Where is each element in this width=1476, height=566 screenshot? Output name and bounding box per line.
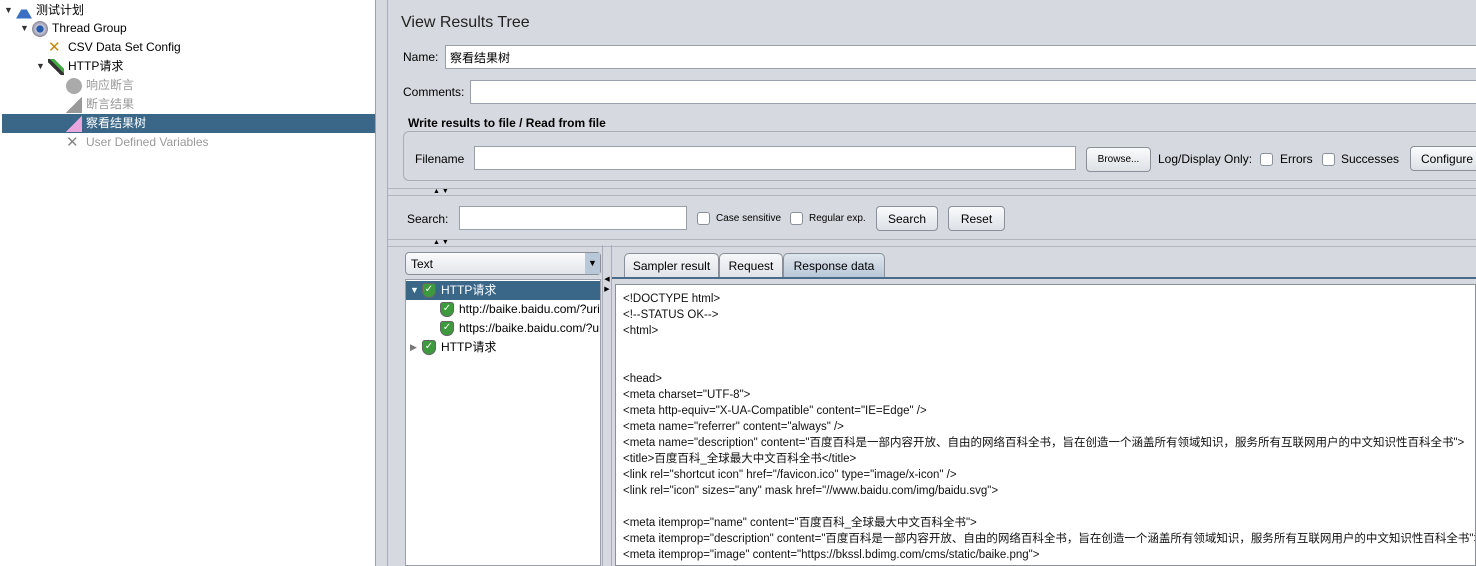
result-node[interactable]: ✓ http://baike.baidu.com/?uri=/ajax bbox=[440, 300, 600, 319]
tree-node-label: 断言结果 bbox=[86, 97, 135, 111]
tree-node-label: 察看结果树 bbox=[86, 116, 147, 130]
result-node[interactable]: ▼ ✓ HTTP请求 bbox=[406, 281, 600, 300]
result-node[interactable]: ▶ ✓ HTTP请求 bbox=[410, 338, 496, 357]
result-label: HTTP请求 bbox=[441, 283, 497, 297]
successes-checkbox[interactable] bbox=[1322, 153, 1335, 166]
result-label: HTTP请求 bbox=[441, 340, 497, 354]
tab-response-data[interactable]: Response data bbox=[783, 253, 885, 278]
configure-button[interactable]: Configure bbox=[1410, 146, 1476, 171]
success-shield-icon: ✓ bbox=[440, 302, 454, 317]
response-line: <html> bbox=[623, 325, 659, 337]
regular-exp-label: Regular exp. bbox=[809, 213, 866, 224]
split-pane-divider[interactable] bbox=[376, 0, 388, 566]
response-line bbox=[623, 499, 1475, 515]
tree-node-http-request[interactable]: ▼ HTTP请求 bbox=[36, 57, 123, 76]
filename-input[interactable] bbox=[474, 146, 1076, 170]
test-plan-tree[interactable]: ▼ 测试计划 ▼ Thread Group ✕ CSV Data Set Config… bbox=[0, 0, 376, 566]
tree-node-label: HTTP请求 bbox=[68, 59, 124, 73]
name-input[interactable] bbox=[445, 45, 1476, 69]
graph-icon bbox=[66, 115, 82, 132]
response-line: <meta itemprop="image" content="https://… bbox=[623, 549, 1040, 561]
expand-arrow-icon[interactable]: ▼ bbox=[410, 281, 422, 300]
wrench-icon: ✕ bbox=[48, 38, 61, 56]
response-line: <meta itemprop="name" content="百度百科_全球最大… bbox=[623, 517, 977, 529]
result-label: http://baike.baidu.com/?uri=/ajax bbox=[459, 302, 600, 316]
split-divider[interactable]: ▲ ▼ bbox=[388, 239, 1476, 247]
log-display-only-label: Log/Display Only: bbox=[1158, 152, 1253, 166]
reset-button[interactable]: Reset bbox=[948, 206, 1005, 231]
panel-title: View Results Tree bbox=[401, 14, 530, 31]
filename-label: Filename bbox=[415, 152, 465, 166]
search-button[interactable]: Search bbox=[876, 206, 938, 231]
regular-exp-checkbox[interactable] bbox=[790, 212, 803, 225]
tree-node-assertion-results[interactable]: 断言结果 bbox=[66, 95, 134, 114]
wrench-icon: ✕ bbox=[66, 133, 79, 151]
success-shield-icon: ✓ bbox=[422, 283, 436, 298]
expand-arrow-icon[interactable]: ▼ bbox=[4, 1, 16, 20]
response-line bbox=[623, 339, 1475, 355]
case-sensitive-label: Case sensitive bbox=[716, 213, 782, 224]
tree-node-label: 响应断言 bbox=[86, 78, 135, 92]
success-shield-icon: ✓ bbox=[440, 321, 454, 336]
tree-node-csv-data-set-config[interactable]: ✕ CSV Data Set Config bbox=[48, 38, 181, 57]
expand-arrow-icon[interactable]: ▼ bbox=[20, 19, 32, 38]
search-label: Search: bbox=[407, 212, 449, 226]
tree-node-view-results-tree[interactable]: 察看结果树 bbox=[2, 114, 375, 133]
tree-node-user-defined-variables[interactable]: ✕ User Defined Variables bbox=[66, 133, 209, 152]
chart-icon bbox=[66, 96, 82, 113]
response-line: <!--STATUS OK--> bbox=[623, 309, 719, 321]
tree-node-label: 测试计划 bbox=[36, 3, 85, 17]
tree-node-test-plan[interactable]: ▼ 测试计划 bbox=[4, 1, 84, 20]
response-line: <meta charset="UTF-8"> bbox=[623, 389, 751, 401]
expand-arrow-icon[interactable]: ▼ bbox=[36, 57, 48, 76]
response-data-text[interactable]: <!DOCTYPE html> <!--STATUS OK--> <html> <he… bbox=[615, 284, 1476, 566]
result-node[interactable]: ✓ https://baike.baidu.com/?uri=/ajax bbox=[440, 319, 600, 338]
expand-arrow-icon[interactable]: ▶ bbox=[410, 338, 422, 357]
results-tree[interactable]: ▼✓HTTP请求 ✓http://baike.baidu.com/?uri=/a… bbox=[405, 279, 601, 566]
response-line: <meta name="referrer" content="always" /… bbox=[623, 421, 844, 433]
tree-node-thread-group[interactable]: ▼ Thread Group bbox=[20, 19, 127, 38]
file-section-title: Write results to file / Read from file bbox=[408, 116, 606, 130]
name-label: Name: bbox=[403, 50, 439, 64]
successes-label: Successes bbox=[1341, 152, 1400, 166]
view-results-tree-panel: View Results Tree Name: Comments: Write … bbox=[388, 0, 1476, 566]
tree-node-label: User Defined Variables bbox=[86, 135, 209, 149]
flask-icon bbox=[16, 2, 32, 19]
chevron-down-icon[interactable]: ▼ bbox=[585, 253, 600, 274]
tab-underline bbox=[612, 277, 1476, 279]
response-line: <meta name="description" content="百度百科是一… bbox=[623, 437, 1465, 449]
comments-label: Comments: bbox=[403, 85, 465, 99]
response-line bbox=[623, 355, 1475, 371]
comments-input[interactable] bbox=[470, 80, 1476, 104]
errors-label: Errors bbox=[1280, 152, 1313, 166]
tree-node-response-assertion[interactable]: 响应断言 bbox=[66, 76, 134, 95]
pipette-icon bbox=[48, 58, 64, 75]
response-line: <!DOCTYPE html> bbox=[623, 293, 721, 305]
tab-sampler-result[interactable]: Sampler result bbox=[624, 253, 719, 278]
response-line: <head> bbox=[623, 373, 663, 385]
tree-node-label: CSV Data Set Config bbox=[68, 40, 181, 54]
renderer-selected-value: Text bbox=[411, 257, 434, 271]
response-line: <meta itemprop="description" content="百度… bbox=[623, 533, 1476, 545]
browse-button[interactable]: Browse... bbox=[1086, 147, 1151, 172]
gear-icon bbox=[32, 20, 48, 37]
split-divider[interactable]: ▲ ▼ bbox=[388, 188, 1476, 196]
response-line: <link rel="icon" sizes="any" mask href="… bbox=[623, 485, 999, 497]
case-sensitive-checkbox[interactable] bbox=[697, 212, 710, 225]
response-line: <meta http-equiv="X-UA-Compatible" conte… bbox=[623, 405, 927, 417]
success-shield-icon: ✓ bbox=[422, 340, 436, 355]
result-label: https://baike.baidu.com/?uri=/ajax bbox=[459, 321, 600, 335]
split-divider-vertical[interactable]: ◀ ▶ bbox=[602, 245, 612, 566]
tree-node-label: Thread Group bbox=[52, 21, 127, 35]
search-input[interactable] bbox=[459, 206, 687, 230]
response-line: <title>百度百科_全球最大中文百科全书</title> bbox=[623, 453, 857, 465]
response-line: <link rel="shortcut icon" href="/favicon… bbox=[623, 469, 957, 481]
renderer-select[interactable]: Text ▼ bbox=[405, 252, 601, 275]
errors-checkbox[interactable] bbox=[1260, 153, 1273, 166]
tab-request[interactable]: Request bbox=[719, 253, 783, 278]
magnifier-icon bbox=[66, 77, 82, 94]
